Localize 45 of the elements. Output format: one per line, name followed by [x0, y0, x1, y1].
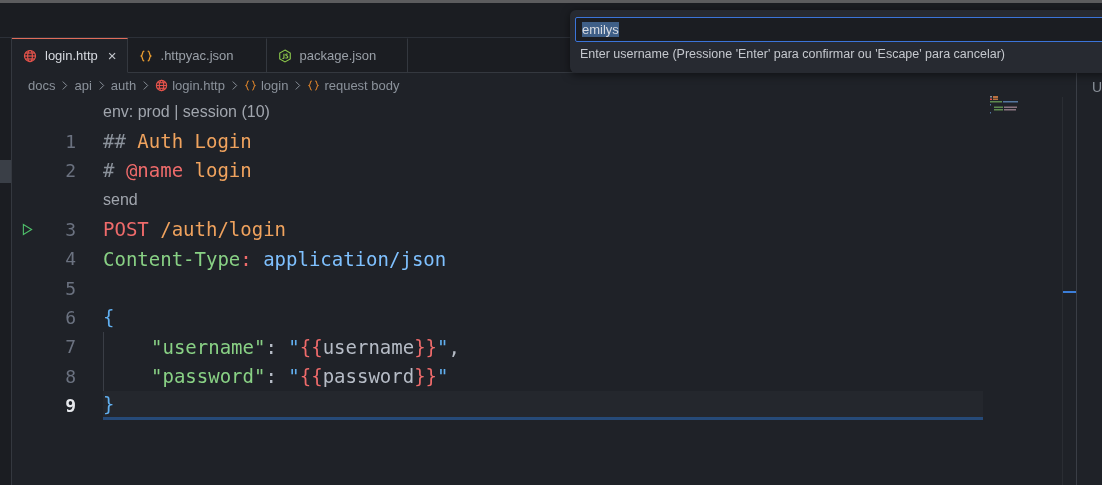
- globe-icon: [155, 78, 169, 92]
- code-line: ## Auth Login: [103, 130, 252, 153]
- code-line: Content-Type: application/json: [103, 247, 447, 270]
- input-message: Enter username (Pressione 'Enter' para confirmar ou 'Escape' para cancelar): [579, 47, 1007, 61]
- braces-icon: [307, 78, 321, 92]
- editor-tab[interactable]: .httpyac.json: [127, 38, 267, 73]
- code-line: {: [103, 306, 115, 329]
- breadcrumb-item[interactable]: api: [74, 77, 92, 93]
- chevron-right-icon: [294, 79, 302, 91]
- breadcrumb-item[interactable]: login: [260, 77, 289, 93]
- input-field[interactable]: emilys: [575, 17, 1102, 42]
- run-icon[interactable]: [22, 222, 33, 236]
- line-number: 6: [65, 306, 76, 328]
- globe-icon: [23, 48, 37, 63]
- code-line: "username": "{{username}}",: [150, 335, 460, 358]
- chevron-right-icon: [97, 79, 105, 91]
- code-line: # @name login: [103, 159, 252, 182]
- breadcrumb-item[interactable]: request body: [324, 77, 400, 93]
- line-number: 1: [65, 130, 76, 152]
- breadcrumb-item[interactable]: docs: [28, 77, 56, 93]
- line-number: 8: [65, 365, 76, 387]
- breadcrumb-item[interactable]: login.http: [172, 77, 225, 93]
- breadcrumb-item[interactable]: auth: [110, 77, 137, 93]
- code-line: }: [103, 393, 115, 416]
- codelens-link[interactable]: env: prod | session (10): [103, 102, 270, 121]
- line-number: 5: [65, 277, 76, 299]
- editor-tab[interactable]: package.json: [266, 38, 408, 73]
- close-button[interactable]: ×: [107, 47, 117, 64]
- braces-icon: [138, 48, 153, 63]
- editor-tab[interactable]: login.http ×: [12, 38, 128, 73]
- code-line: "password": "{{password}}": [150, 365, 449, 388]
- line-number: 9: [65, 395, 76, 417]
- hexagon-icon: [277, 48, 292, 63]
- cursor-marker: [1062, 291, 1076, 293]
- chevron-right-icon: [142, 79, 150, 91]
- chevron-right-icon: [230, 79, 238, 91]
- line-number: 4: [65, 248, 76, 270]
- chevron-right-icon: [61, 79, 69, 91]
- panel-text: U: [1091, 79, 1102, 95]
- code-line: POST /auth/login: [103, 218, 287, 241]
- line-number: 3: [65, 218, 76, 240]
- line-number: 7: [65, 336, 76, 358]
- line-number: 2: [65, 159, 76, 181]
- braces-icon: [243, 78, 257, 92]
- codelens-link[interactable]: send: [103, 190, 138, 209]
